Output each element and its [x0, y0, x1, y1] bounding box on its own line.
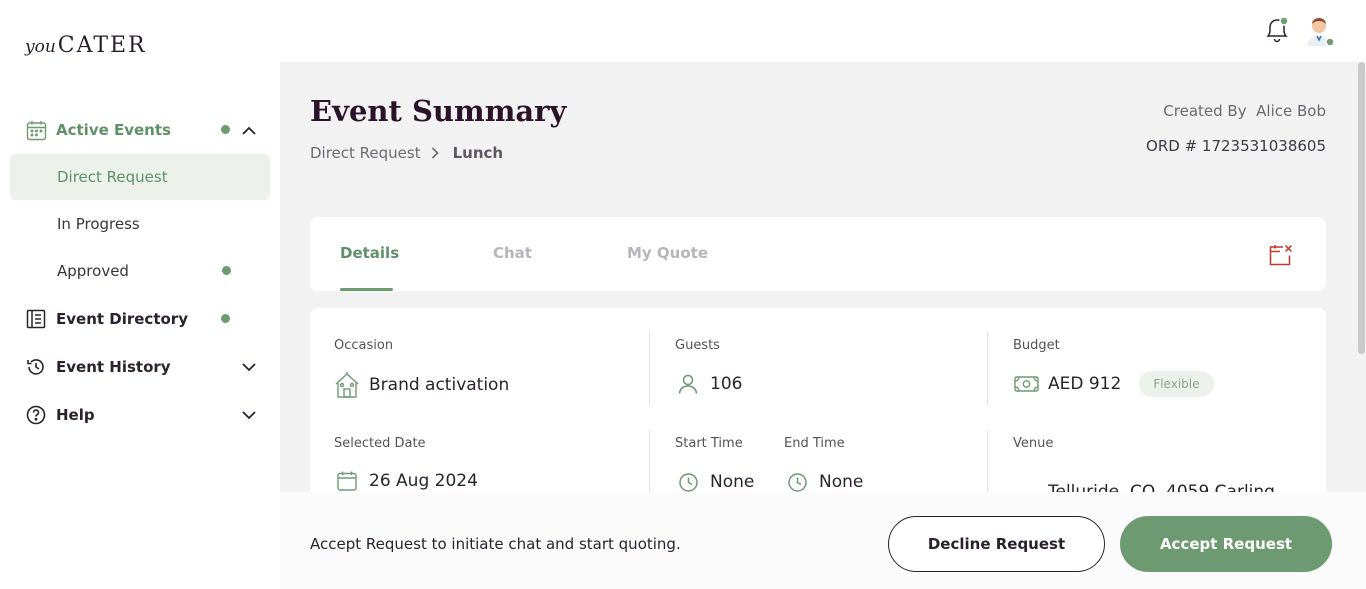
accept-request-button[interactable]: Accept Request [1120, 516, 1332, 572]
end-time-text: None [819, 472, 864, 492]
money-icon [1013, 371, 1039, 397]
top-bar [280, 0, 1366, 62]
sidebar-item-label: In Progress [57, 215, 140, 233]
created-by: Created By Alice Bob [1146, 102, 1326, 120]
decline-request-button[interactable]: Decline Request [888, 516, 1105, 572]
tabs-card: Details Chat My Quote [310, 217, 1326, 291]
divider [649, 430, 650, 492]
notification-dot [221, 125, 230, 134]
budget-label: Budget [1013, 338, 1060, 353]
selected-date-text: 26 Aug 2024 [369, 471, 478, 491]
active-tab-indicator [340, 288, 393, 291]
notification-dot [221, 314, 230, 323]
nav-event-history[interactable]: Event History [25, 355, 260, 379]
budget-value: AED 912 Flexible [1013, 371, 1214, 397]
order-label: ORD # [1146, 137, 1198, 155]
guests-text: 106 [710, 374, 743, 394]
venue-icon [334, 372, 360, 398]
scrollbar[interactable] [1357, 62, 1366, 492]
calendar-icon [25, 119, 47, 141]
end-time-value: None [784, 469, 863, 492]
sidebar-item-label: Approved [57, 262, 129, 280]
occasion-value: Brand activation [334, 372, 509, 398]
venue-label: Venue [1013, 436, 1054, 451]
breadcrumb: Direct Request Lunch [310, 144, 503, 162]
user-avatar-icon[interactable] [1304, 15, 1336, 47]
clock-icon [784, 469, 810, 492]
logo-script: you [25, 37, 56, 57]
directory-icon [25, 308, 47, 330]
tab-details[interactable]: Details [340, 244, 399, 262]
tab-chat[interactable]: Chat [493, 244, 532, 262]
nav-active-events[interactable]: Active Events [25, 118, 260, 142]
start-time-text: None [710, 472, 755, 492]
action-bar-message: Accept Request to initiate chat and star… [310, 535, 681, 553]
nav-active-events-label: Active Events [56, 121, 171, 139]
venue-value: Telluride, CO, 4059 Carling [1013, 470, 1275, 492]
sidebar-item-direct-request[interactable]: Direct Request [10, 154, 270, 200]
breadcrumb-current: Lunch [452, 144, 504, 162]
history-icon [25, 356, 47, 378]
divider [649, 332, 650, 406]
scrollbar-thumb[interactable] [1358, 62, 1365, 354]
divider [987, 332, 988, 406]
budget-flexible-badge: Flexible [1139, 371, 1214, 397]
nav-event-history-label: Event History [56, 358, 171, 376]
guests-label: Guests [675, 338, 720, 353]
guests-value: 106 [675, 371, 742, 397]
calendar-icon [334, 468, 360, 492]
user-icon [675, 371, 701, 397]
event-details-card: Occasion Brand activation Guests 106 Bud… [310, 308, 1326, 492]
venue-text: Telluride, CO, 4059 Carling [1048, 482, 1275, 492]
sidebar: youCATER Active Events Direct Request In… [0, 0, 280, 589]
budget-text: AED 912 [1048, 374, 1122, 394]
order-number: ORD # 1723531038605 [1146, 137, 1326, 155]
divider [987, 430, 988, 492]
nav-help[interactable]: Help [25, 403, 260, 427]
tab-my-quote[interactable]: My Quote [627, 244, 708, 262]
chevron-down-icon[interactable] [238, 356, 260, 378]
chevron-up-icon[interactable] [238, 119, 260, 141]
sidebar-item-approved[interactable]: Approved [10, 248, 270, 294]
event-meta: Created By Alice Bob ORD # 1723531038605 [1146, 102, 1326, 155]
end-time-label: End Time [784, 436, 845, 451]
logo[interactable]: youCATER [25, 33, 147, 58]
action-bar: Accept Request to initiate chat and star… [280, 492, 1366, 589]
clock-icon [675, 469, 701, 492]
created-by-name: Alice Bob [1256, 102, 1326, 120]
created-by-label: Created By [1163, 102, 1247, 120]
start-time-value: None [675, 469, 754, 492]
page-title: Event Summary [310, 94, 567, 128]
nav-help-label: Help [56, 406, 95, 424]
calendar-cancel-icon[interactable] [1268, 243, 1294, 267]
occasion-label: Occasion [334, 338, 394, 353]
selected-date-label: Selected Date [334, 436, 426, 451]
notification-dot [222, 266, 231, 275]
bell-icon[interactable] [1264, 16, 1290, 44]
main-content: Event Summary Direct Request Lunch Creat… [280, 62, 1357, 492]
nav-event-directory[interactable]: Event Directory [25, 307, 260, 331]
sidebar-item-label: Direct Request [57, 168, 168, 186]
chevron-down-icon[interactable] [238, 404, 260, 426]
help-icon [25, 404, 47, 426]
occasion-text: Brand activation [369, 375, 510, 395]
logo-word: CATER [57, 33, 147, 58]
chevron-right-icon [431, 146, 443, 160]
sidebar-item-in-progress[interactable]: In Progress [10, 201, 270, 247]
nav-event-directory-label: Event Directory [56, 310, 188, 328]
selected-date-value: 26 Aug 2024 [334, 468, 478, 492]
order-value: 1723531038605 [1201, 137, 1326, 155]
breadcrumb-parent[interactable]: Direct Request [310, 144, 421, 162]
start-time-label: Start Time [675, 436, 743, 451]
